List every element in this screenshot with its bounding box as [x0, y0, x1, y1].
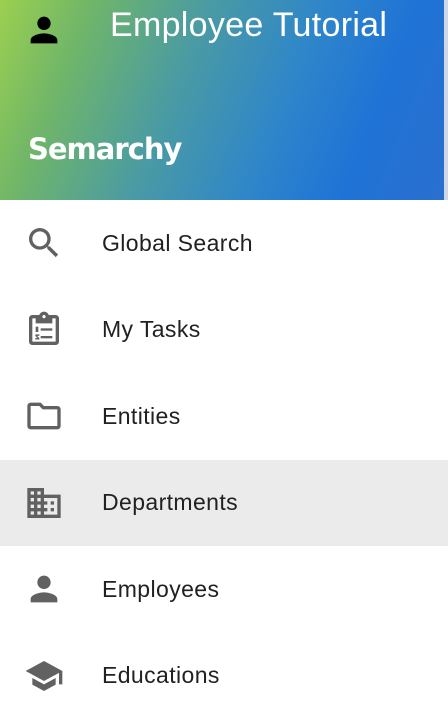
menu-item-label: Educations	[102, 662, 220, 689]
menu-item-label: Employees	[102, 575, 220, 602]
building-icon	[24, 483, 64, 523]
clipboard-tasks-icon	[24, 310, 64, 350]
person-icon	[24, 569, 64, 609]
menu-item-label: Global Search	[102, 229, 253, 256]
user-avatar-icon[interactable]	[24, 10, 64, 50]
menu-item-label: My Tasks	[102, 316, 201, 343]
graduation-cap-icon	[24, 656, 64, 696]
menu-item-my-tasks[interactable]: My Tasks	[0, 287, 448, 374]
menu-item-employees[interactable]: Employees	[0, 546, 448, 633]
menu-item-educations[interactable]: Educations	[0, 633, 448, 710]
menu-item-entities[interactable]: Entities	[0, 373, 448, 460]
drawer-menu: Global Search My Tasks Entities Departme…	[0, 200, 448, 710]
app-title: Employee Tutorial	[110, 6, 388, 44]
menu-item-global-search[interactable]: Global Search	[0, 200, 448, 287]
navigation-drawer: Employee Tutorial Semarchy Global Search	[0, 0, 448, 710]
drawer-header: Employee Tutorial Semarchy	[0, 0, 448, 200]
menu-item-label: Departments	[102, 489, 239, 516]
menu-item-label: Entities	[102, 402, 181, 429]
search-icon	[24, 223, 64, 263]
folder-icon	[24, 396, 64, 436]
brand-logo: Semarchy	[28, 132, 182, 166]
menu-item-departments[interactable]: Departments	[0, 459, 448, 546]
